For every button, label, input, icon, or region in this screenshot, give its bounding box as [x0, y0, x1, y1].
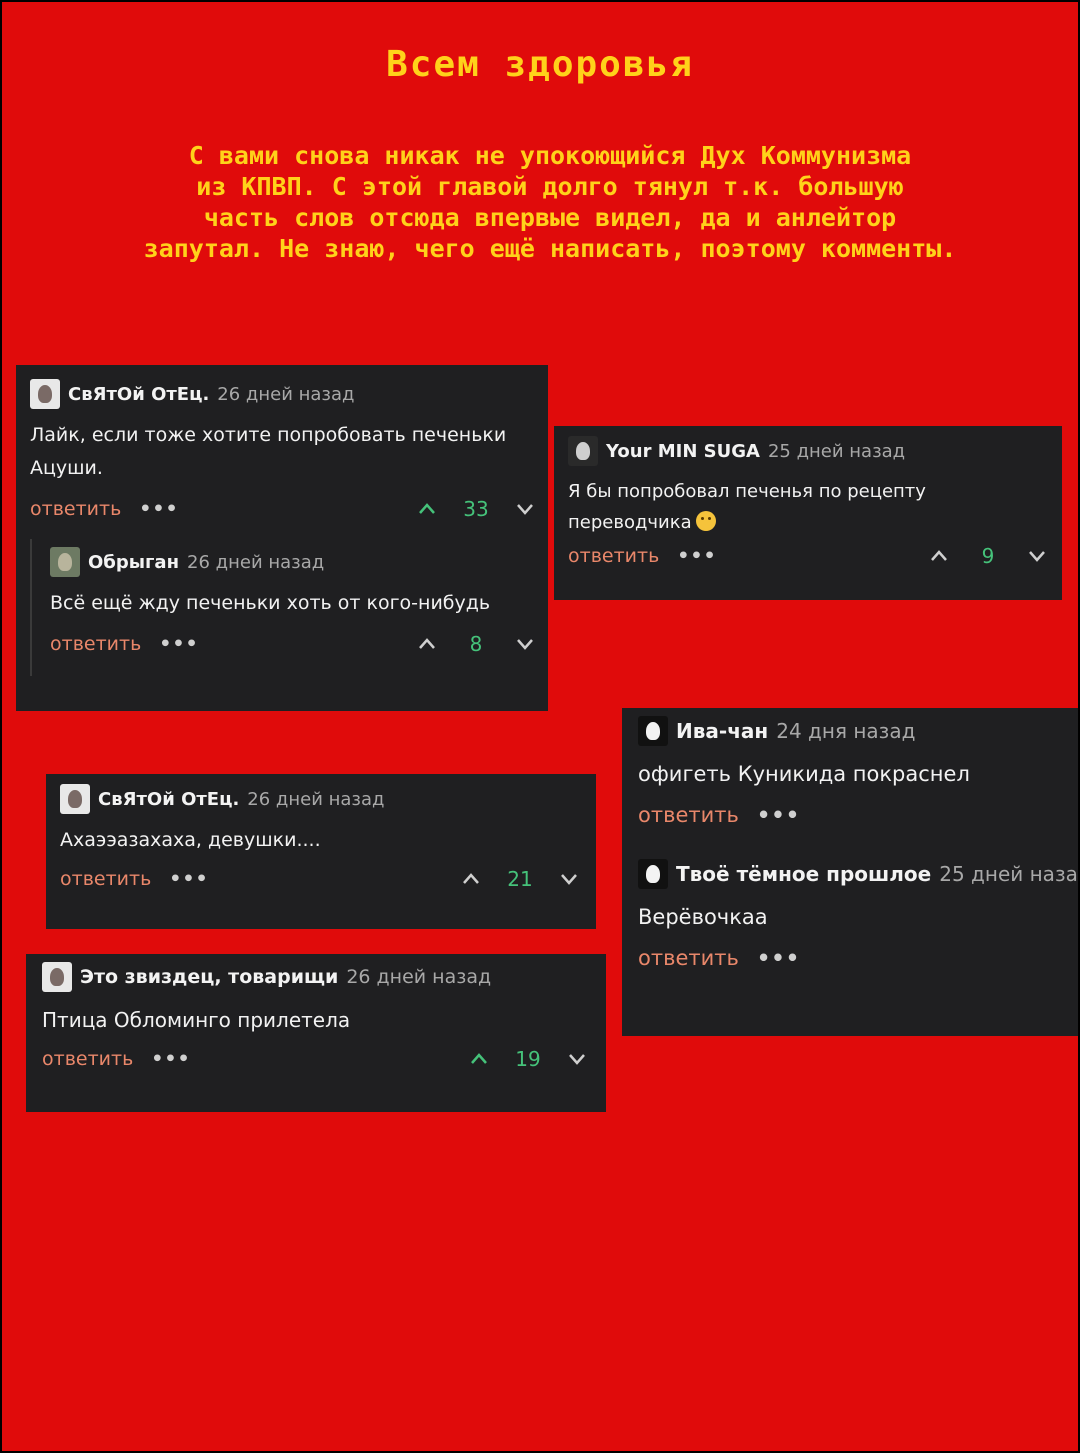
more-options-icon[interactable]: ••• [677, 545, 716, 567]
comment-time: 26 дней назад [217, 383, 355, 405]
upvote-icon[interactable] [470, 1050, 488, 1068]
comment-author[interactable]: Это звиздец, товарищи [80, 966, 338, 988]
comment-card-4: СвЯтОй ОтЕц. 26 дней назад Ахаээазахаха,… [46, 774, 596, 929]
comment-card-5: Это звиздец, товарищи 26 дней назад Птиц… [26, 954, 606, 1112]
avatar[interactable] [638, 859, 668, 889]
reply-button[interactable]: ответить [30, 498, 121, 520]
comment-author[interactable]: Твоё тёмное прошлое [676, 862, 931, 886]
score-count: 9 [981, 544, 995, 568]
upvote-icon[interactable] [462, 870, 480, 888]
more-options-icon[interactable]: ••• [169, 868, 208, 890]
avatar[interactable] [568, 436, 598, 466]
downvote-icon[interactable] [516, 635, 534, 653]
reply-button[interactable]: ответить [638, 803, 739, 827]
avatar[interactable] [50, 547, 80, 577]
thinking-face-icon [695, 511, 716, 531]
comment-card-1: СвЯтОй ОтЕц. 26 дней назад Лайк, если то… [16, 365, 548, 711]
comment-time: 26 дней назад [247, 788, 385, 810]
score-count: 8 [469, 632, 483, 656]
more-options-icon[interactable]: ••• [159, 633, 198, 655]
downvote-icon[interactable] [560, 870, 578, 888]
reply-button[interactable]: ответить [42, 1048, 133, 1070]
page-title: Всем здоровья [386, 44, 694, 85]
more-options-icon[interactable]: ••• [151, 1048, 190, 1070]
comment-author[interactable]: Your MIN SUGA [606, 441, 760, 462]
more-options-icon[interactable]: ••• [757, 803, 800, 827]
comment-time: 26 дней назад [346, 966, 492, 988]
comment-time: 26 дней назад [187, 551, 325, 573]
comment-author[interactable]: Ива-чан [676, 719, 768, 743]
downvote-icon[interactable] [568, 1050, 586, 1068]
comment-text: Я бы попробовал печенья по рецепту перев… [568, 481, 926, 533]
downvote-icon[interactable] [516, 500, 534, 518]
upvote-icon[interactable] [418, 635, 436, 653]
avatar[interactable] [42, 962, 72, 992]
score-count: 19 [515, 1047, 541, 1071]
comment-text: Всё ещё жду печеньки хоть от кого-нибудь [50, 592, 491, 614]
score-count: 21 [507, 867, 533, 891]
comment-card-2: Your MIN SUGA 25 дней назад Я бы попробо… [554, 426, 1062, 600]
comment-text: офигеть Куникида покраснел [638, 762, 970, 786]
comment-time: 24 дня назад [776, 719, 916, 743]
reply-button[interactable]: ответить [568, 545, 659, 567]
comment-author[interactable]: СвЯтОй ОтЕц. [98, 789, 239, 810]
reply-button[interactable]: ответить [60, 868, 151, 890]
comment-time: 25 дней наза [939, 862, 1078, 886]
comment-card-3: Ива-чан 24 дня назад офигеть Куникида по… [622, 708, 1080, 1036]
reply-button[interactable]: ответить [638, 946, 739, 970]
comment-text: Верёвочкаа [638, 905, 768, 929]
comment-author[interactable]: Обрыган [88, 552, 179, 573]
avatar[interactable] [30, 379, 60, 409]
reply-thread: Обрыган 26 дней назад Всё ещё жду печень… [30, 539, 534, 676]
intro-text: С вами снова никак не упокоющийся Дух Ко… [143, 141, 957, 263]
comment-text: Ахаээазахаха, девушки.... [60, 829, 321, 851]
upvote-icon[interactable] [930, 547, 948, 565]
upvote-icon[interactable] [418, 500, 436, 518]
more-options-icon[interactable]: ••• [757, 946, 800, 970]
reply-thread: Твоё тёмное прошлое 25 дней наза Верёвоч… [638, 859, 1080, 970]
downvote-icon[interactable] [1028, 547, 1046, 565]
avatar[interactable] [638, 716, 668, 746]
comment-text: Лайк, если тоже хотите попробовать печен… [30, 424, 507, 479]
more-options-icon[interactable]: ••• [139, 498, 178, 520]
reply-button[interactable]: ответить [50, 633, 141, 655]
comment-text: Птица Обломинго прилетела [42, 1008, 351, 1032]
avatar[interactable] [60, 784, 90, 814]
comment-author[interactable]: СвЯтОй ОтЕц. [68, 384, 209, 405]
comment-time: 25 дней назад [767, 440, 906, 462]
score-count: 33 [463, 497, 489, 521]
